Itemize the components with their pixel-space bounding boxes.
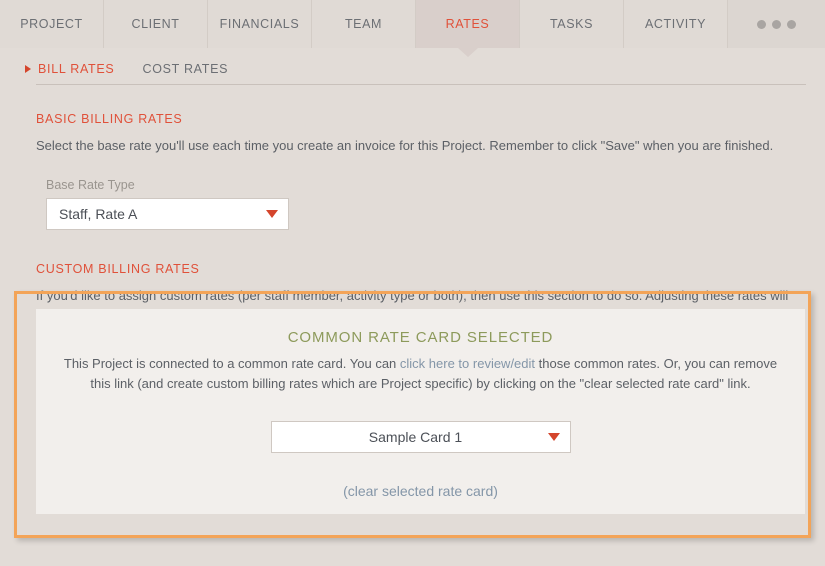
tab-rates-label: RATES: [445, 17, 490, 31]
rate-card-select[interactable]: Sample Card 1: [270, 421, 571, 454]
tab-team[interactable]: TEAM: [312, 0, 416, 48]
primary-tab-bar: PROJECT CLIENT FINANCIALS TEAM RATES TAS…: [0, 0, 825, 57]
active-tab-notch-icon: [457, 48, 478, 57]
tab-client-label: CLIENT: [131, 17, 180, 31]
subtab-bill-rates[interactable]: BILL RATES: [38, 62, 114, 76]
tab-overflow-menu[interactable]: [728, 0, 825, 48]
sub-tab-bar: BILL RATES COST RATES: [0, 48, 825, 76]
subtab-cost-rates[interactable]: COST RATES: [142, 62, 228, 76]
base-rate-type-field: Base Rate Type Staff, Rate A: [46, 178, 825, 230]
tab-project[interactable]: PROJECT: [0, 0, 104, 48]
panel-text-before-link: This Project is connected to a common ra…: [63, 356, 400, 371]
tab-activity[interactable]: ACTIVITY: [624, 0, 728, 48]
chevron-down-icon: [266, 209, 278, 218]
rate-card-select-wrapper: Sample Card 1: [36, 421, 805, 454]
caret-right-icon: [25, 65, 31, 73]
common-rate-card-description: This Project is connected to a common ra…: [61, 354, 781, 394]
ellipsis-icon: [754, 1, 799, 49]
tab-client[interactable]: CLIENT: [104, 0, 208, 48]
tab-rates[interactable]: RATES: [416, 0, 520, 57]
main-content: BASIC BILLING RATES Select the base rate…: [0, 92, 825, 325]
base-rate-type-value: Staff, Rate A: [59, 205, 138, 222]
base-rate-type-label: Base Rate Type: [46, 177, 135, 192]
common-rate-card-heading: COMMON RATE CARD SELECTED: [287, 329, 554, 346]
tab-tasks-label: TASKS: [549, 17, 594, 31]
tab-financials[interactable]: FINANCIALS: [208, 0, 312, 48]
tab-tasks[interactable]: TASKS: [520, 0, 624, 48]
tab-team-label: TEAM: [344, 17, 383, 31]
tab-activity-label: ACTIVITY: [644, 17, 707, 31]
review-edit-rates-link[interactable]: click here to review/edit: [400, 356, 535, 371]
common-rate-card-panel: COMMON RATE CARD SELECTED This Project i…: [36, 309, 805, 514]
sub-tab-divider: [36, 84, 806, 85]
custom-billing-rates-title: CUSTOM BILLING RATES: [36, 261, 200, 276]
chevron-down-icon: [547, 433, 560, 442]
base-rate-type-select[interactable]: Staff, Rate A: [46, 197, 289, 230]
tab-project-label: PROJECT: [20, 17, 83, 31]
clear-selected-rate-card-link[interactable]: (clear selected rate card): [36, 483, 805, 499]
rate-card-value: Sample Card 1: [368, 429, 463, 446]
tab-financials-label: FINANCIALS: [219, 17, 300, 31]
basic-billing-rates-description: Select the base rate you'll use each tim…: [36, 138, 774, 153]
basic-billing-rates-title: BASIC BILLING RATES: [36, 112, 183, 126]
